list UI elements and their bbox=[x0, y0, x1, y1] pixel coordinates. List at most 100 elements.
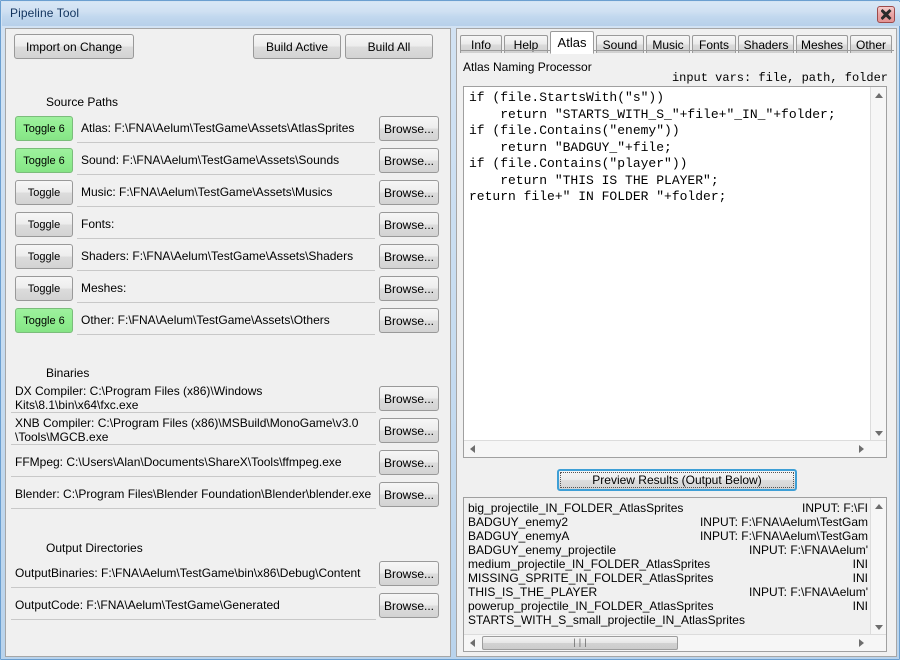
toggle-button-1[interactable]: Toggle 6 bbox=[15, 148, 73, 173]
binary-path-row: DX Compiler: C:\Program Files (x86)\Wind… bbox=[11, 384, 439, 414]
browse-button-source-5[interactable]: Browse... bbox=[379, 276, 439, 301]
left-panel: Import on Change Build Active Build All … bbox=[5, 28, 451, 657]
code-editor-text[interactable]: if (file.StartsWith("s")) return "STARTS… bbox=[469, 90, 859, 206]
scrollbar-grip-icon: ||| bbox=[571, 638, 589, 648]
browse-button-binary-0[interactable]: Browse... bbox=[379, 386, 439, 411]
output-result-input-1: INPUT: F:\FNA\Aelum\TestGam bbox=[699, 515, 868, 529]
browse-button-binary-1[interactable]: Browse... bbox=[379, 418, 439, 443]
output-dir-value-0[interactable]: OutputBinaries: F:\FNA\Aelum\TestGame\bi… bbox=[11, 559, 376, 588]
code-scroll-left-button[interactable] bbox=[464, 441, 481, 457]
output-result-input-4: INI bbox=[852, 557, 868, 571]
code-scroll-right-button[interactable] bbox=[853, 441, 870, 457]
browse-button-binary-2[interactable]: Browse... bbox=[379, 450, 439, 475]
source-path-value-1[interactable]: Sound: F:\FNA\Aelum\TestGame\Assets\Soun… bbox=[77, 146, 375, 175]
processor-title: Atlas Naming Processor bbox=[463, 60, 592, 74]
browse-button-source-1[interactable]: Browse... bbox=[379, 148, 439, 173]
output-result-name-2: BADGUY_enemyA bbox=[468, 529, 570, 543]
source-path-value-6[interactable]: Other: F:\FNA\Aelum\TestGame\Assets\Othe… bbox=[77, 306, 375, 335]
code-editor-vertical-scrollbar[interactable] bbox=[870, 87, 886, 441]
toggle-button-5[interactable]: Toggle bbox=[15, 276, 73, 301]
source-path-value-2[interactable]: Music: F:\FNA\Aelum\TestGame\Assets\Musi… bbox=[77, 178, 375, 207]
binary-path-value-2[interactable]: FFMpeg: C:\Users\Alan\Documents\ShareX\T… bbox=[11, 448, 376, 477]
source-paths-list: Toggle 6 Atlas: F:\FNA\Aelum\TestGame\Ass… bbox=[11, 114, 439, 338]
binary-path-value-3[interactable]: Blender: C:\Program Files\Blender Founda… bbox=[11, 480, 376, 509]
browse-button-output-1[interactable]: Browse... bbox=[379, 593, 439, 618]
browse-button-output-0[interactable]: Browse... bbox=[379, 561, 439, 586]
browse-button-source-6[interactable]: Browse... bbox=[379, 308, 439, 333]
output-directories-list: OutputBinaries: F:\FNA\Aelum\TestGame\bi… bbox=[11, 559, 439, 623]
source-path-value-3[interactable]: Fonts: bbox=[77, 210, 375, 239]
source-path-row: Toggle 6 Other: F:\FNA\Aelum\TestGame\Ass… bbox=[11, 306, 439, 336]
code-scroll-down-button[interactable] bbox=[871, 425, 886, 441]
browse-button-source-0[interactable]: Browse... bbox=[379, 116, 439, 141]
output-result-name-1: BADGUY_enemy2 bbox=[468, 515, 569, 529]
toggle-button-0[interactable]: Toggle 6 bbox=[15, 116, 73, 141]
triangle-right-icon bbox=[859, 639, 864, 647]
output-result-name-4: medium_projectile_IN_FOLDER_AtlasSprites bbox=[468, 557, 711, 571]
toggle-button-3[interactable]: Toggle bbox=[15, 212, 73, 237]
code-editor-horizontal-scrollbar[interactable] bbox=[464, 440, 886, 457]
source-path-value-4[interactable]: Shaders: F:\FNA\Aelum\TestGame\Assets\Sh… bbox=[77, 242, 375, 271]
output-result-name-5: MISSING_SPRITE_IN_FOLDER_AtlasSprites bbox=[468, 571, 714, 585]
source-path-row: Toggle 6 Atlas: F:\FNA\Aelum\TestGame\Ass… bbox=[11, 114, 439, 144]
output-result-row[interactable]: STARTS_WITH_S_small_projectile_IN_AtlasS… bbox=[468, 613, 868, 627]
source-path-row: Toggle Shaders: F:\FNA\Aelum\TestGame\Ass… bbox=[11, 242, 439, 272]
output-result-row[interactable]: big_projectile_IN_FOLDER_AtlasSprites INP… bbox=[468, 501, 868, 515]
browse-button-binary-3[interactable]: Browse... bbox=[379, 482, 439, 507]
output-horizontal-scrollbar[interactable]: ||| bbox=[464, 634, 886, 651]
output-result-row[interactable]: BADGUY_enemy2 INPUT: F:\FNA\Aelum\TestGam bbox=[468, 515, 868, 529]
output-result-input-3: INPUT: F:\FNA\Aelum' bbox=[749, 543, 868, 557]
browse-button-source-2[interactable]: Browse... bbox=[379, 180, 439, 205]
preview-results-button[interactable]: Preview Results (Output Below) bbox=[557, 469, 797, 491]
output-result-row[interactable]: BADGUY_enemyA INPUT: F:\FNA\Aelum\TestGam bbox=[468, 529, 868, 543]
import-on-change-button[interactable]: Import on Change bbox=[14, 34, 134, 59]
output-result-row[interactable]: THIS_IS_THE_PLAYER INPUT: F:\FNA\Aelum' bbox=[468, 585, 868, 599]
output-scroll-left-button[interactable] bbox=[464, 635, 481, 651]
binary-path-row: XNB Compiler: C:\Program Files (x86)\MSB… bbox=[11, 416, 439, 446]
binary-path-value-1[interactable]: XNB Compiler: C:\Program Files (x86)\MSB… bbox=[11, 416, 376, 445]
build-active-button[interactable]: Build Active bbox=[253, 34, 341, 59]
output-dir-value-1[interactable]: OutputCode: F:\FNA\Aelum\TestGame\Genera… bbox=[11, 591, 376, 620]
binary-path-row: FFMpeg: C:\Users\Alan\Documents\ShareX\T… bbox=[11, 448, 439, 478]
tab-underline bbox=[460, 50, 894, 51]
right-panel: Info Help Atlas Sound Music Fonts Shaders Meshe… bbox=[456, 28, 897, 657]
source-path-value-5[interactable]: Meshes: bbox=[77, 274, 375, 303]
output-result-name-0: big_projectile_IN_FOLDER_AtlasSprites bbox=[468, 501, 684, 515]
source-path-value-0[interactable]: Atlas: F:\FNA\Aelum\TestGame\Assets\Atla… bbox=[77, 114, 375, 143]
output-result-row[interactable]: MISSING_SPRITE_IN_FOLDER_AtlasSprites INI bbox=[468, 571, 868, 585]
output-result-input-6: INPUT: F:\FNA\Aelum' bbox=[749, 585, 868, 599]
tab-atlas[interactable]: Atlas bbox=[550, 31, 594, 54]
triangle-left-icon bbox=[470, 639, 475, 647]
browse-button-source-4[interactable]: Browse... bbox=[379, 244, 439, 269]
output-result-row[interactable]: BADGUY_enemy_projectile INPUT: F:\FNA\Ael… bbox=[468, 543, 868, 557]
browse-button-source-3[interactable]: Browse... bbox=[379, 212, 439, 237]
code-editor[interactable]: if (file.StartsWith("s")) return "STARTS… bbox=[463, 86, 887, 458]
toggle-button-4[interactable]: Toggle bbox=[15, 244, 73, 269]
toggle-button-2[interactable]: Toggle bbox=[15, 180, 73, 205]
triangle-down-icon bbox=[875, 624, 883, 630]
toggle-button-6[interactable]: Toggle 6 bbox=[15, 308, 73, 333]
output-result-input-0: INPUT: F:\FI bbox=[802, 501, 868, 515]
output-result-row[interactable]: medium_projectile_IN_FOLDER_AtlasSprites… bbox=[468, 557, 868, 571]
output-scroll-up-button[interactable] bbox=[871, 498, 886, 514]
output-directories-label: Output Directories bbox=[46, 541, 143, 555]
build-all-button[interactable]: Build All bbox=[345, 34, 433, 59]
output-vertical-scrollbar[interactable] bbox=[870, 498, 886, 635]
close-button[interactable] bbox=[877, 6, 895, 23]
window-title: Pipeline Tool bbox=[10, 6, 80, 20]
output-scrollbar-thumb[interactable]: ||| bbox=[482, 636, 678, 650]
source-path-row: Toggle 6 Sound: F:\FNA\Aelum\TestGame\Ass… bbox=[11, 146, 439, 176]
output-results-list[interactable]: big_projectile_IN_FOLDER_AtlasSprites INP… bbox=[463, 497, 887, 652]
output-result-name-7: powerup_projectile_IN_FOLDER_AtlasSprite… bbox=[468, 599, 714, 613]
output-result-name-8: STARTS_WITH_S_small_projectile_IN_AtlasS… bbox=[468, 613, 745, 627]
output-scroll-right-button[interactable] bbox=[853, 635, 870, 651]
binary-path-value-0[interactable]: DX Compiler: C:\Program Files (x86)\Wind… bbox=[11, 384, 376, 413]
source-path-row: Toggle Meshes: Browse... bbox=[11, 274, 439, 304]
output-result-row[interactable]: powerup_projectile_IN_FOLDER_AtlasSprite… bbox=[468, 599, 868, 613]
code-scroll-up-button[interactable] bbox=[871, 87, 886, 103]
output-result-input-5: INI bbox=[852, 571, 868, 585]
triangle-right-icon bbox=[859, 445, 864, 453]
output-lines-container: big_projectile_IN_FOLDER_AtlasSprites INP… bbox=[468, 501, 868, 627]
triangle-down-icon bbox=[875, 430, 883, 436]
output-scroll-down-button[interactable] bbox=[871, 619, 886, 635]
